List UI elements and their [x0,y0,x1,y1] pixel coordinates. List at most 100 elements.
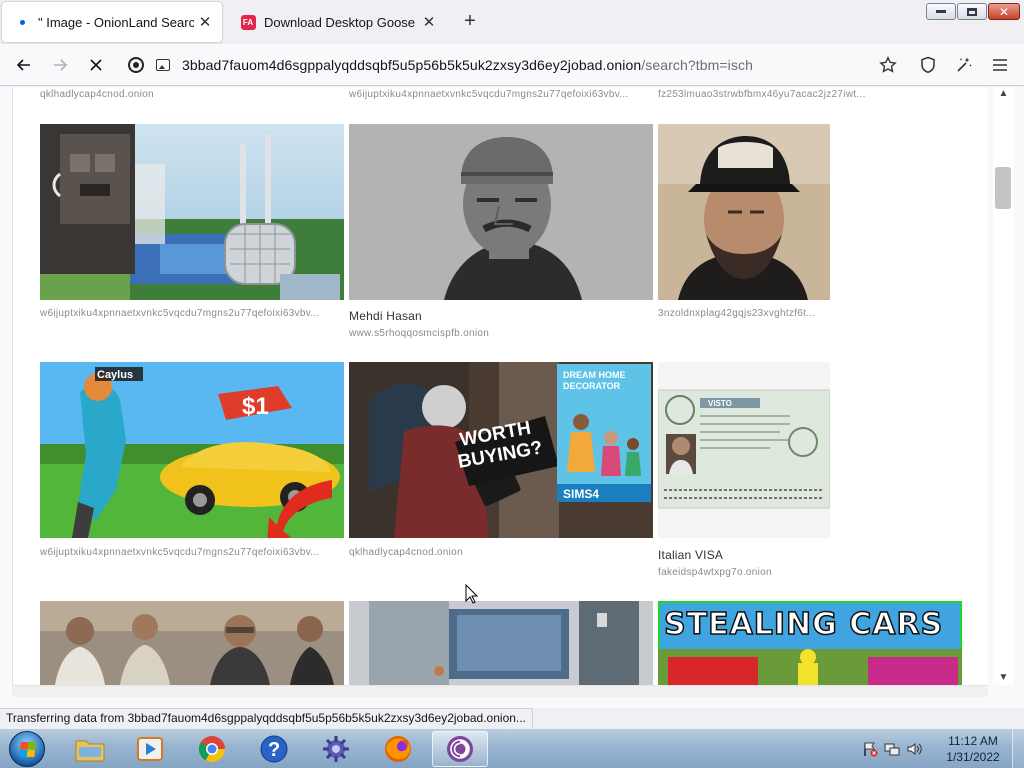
man-cap-thumbnail [658,124,830,300]
tab-title: " Image - OnionLand Search [38,14,194,30]
result-site[interactable]: fz253lmuao3strwbfbmx46yu7acac2jz27iwt... [658,89,893,100]
scrollbar-thumb[interactable] [995,167,1011,209]
url-path: /search?tbm=isch [641,57,753,73]
forward-button[interactable] [46,52,74,78]
svg-text:?: ? [268,739,280,761]
url-text[interactable]: 3bbad7fauom4d6sgppalyqddsqbf5u5p56b5k5uk… [182,57,753,73]
system-tray [862,733,922,765]
result-image-group[interactable] [40,601,344,685]
minecraft-thumbnail [40,124,344,300]
folder-icon [75,740,105,762]
clock-time: 11:12 AM [948,734,998,748]
taskbar-tool[interactable] [308,731,364,767]
maximize-button[interactable] [957,3,987,20]
clock-date: 1/31/2022 [946,750,1000,764]
back-button[interactable] [10,52,38,78]
maximize-icon [967,7,977,16]
star-icon [879,56,897,73]
sims4-thumbnail: WORTH BUYING? DREAM HOME DECORATOR SIMS4 [349,362,653,538]
taskbar-media-player[interactable] [122,731,178,767]
result-image-man-cap[interactable] [658,124,830,300]
tab-title: Download Desktop Goose by sa [264,14,418,30]
sims4-logo-text: SIMS4 [563,487,599,501]
hamburger-icon [993,59,1007,71]
site-favicon-icon: FA [240,14,256,30]
media-player-icon [137,737,163,761]
gear-icon [323,736,349,762]
result-site[interactable]: w6ijuptxiku4xpnnaetxvnkc5vqcdu7mgns2u77q… [40,547,344,558]
address-bar[interactable]: 3bbad7fauom4d6sgppalyqddsqbf5u5p56b5k5uk… [122,50,912,80]
taskbar-chrome[interactable] [184,731,240,767]
image-results-page: qklhadlycap4cnod.onion w6ijuptxiku4xpnna… [12,87,988,685]
onion-icon[interactable] [128,57,144,73]
firefox-icon [385,736,411,762]
visa-thumbnail: VISTO [658,362,830,538]
show-desktop-button[interactable] [1012,729,1024,768]
result-site[interactable]: qklhadlycap4cnod.onion [40,89,340,100]
result-site[interactable]: fakeidsp4wtxpg7o.onion [658,567,830,578]
result-title[interactable]: Italian VISA [658,548,830,562]
image-permission-icon[interactable] [156,59,170,71]
result-site[interactable]: www.s5rhoqqosmcispfb.onion [349,328,653,339]
result-site[interactable]: qklhadlycap4cnod.onion [349,547,653,558]
windows-taskbar: ? 11:12 AM 1/31/2022 [0,728,1024,768]
close-icon [90,59,102,71]
page-viewport: qklhadlycap4cnod.onion w6ijuptxiku4xpnna… [0,87,1024,708]
taskbar-help[interactable]: ? [246,731,302,767]
taskbar-firefox[interactable] [370,731,426,767]
security-level-button[interactable] [918,55,938,75]
navigation-toolbar: 3bbad7fauom4d6sgppalyqddsqbf5u5p56b5k5uk… [0,44,1024,86]
start-button[interactable] [4,730,50,768]
caylus-label: Caylus [97,369,133,381]
tab-onionland-search[interactable]: " Image - OnionLand Search ✕ [2,2,222,42]
result-image-portrait[interactable] [349,124,653,300]
result-image-visa[interactable]: VISTO [658,362,830,538]
minimize-icon [936,10,946,13]
scroll-down-icon[interactable]: ▼ [993,671,1014,685]
mouse-cursor-icon [465,584,479,604]
tab-strip: " Image - OnionLand Search ✕ FA Download… [0,0,1024,44]
action-center-flag-icon[interactable] [862,741,878,757]
price-tag-text: $1 [242,393,269,420]
office-thumbnail [349,601,653,685]
status-bar: Transferring data from 3bbad7fauom4d6sgp… [0,708,533,728]
result-image-caylus[interactable]: $1 Caylus [40,362,344,538]
group-photo-thumbnail [40,601,344,685]
stop-loading-button[interactable] [82,52,110,78]
taskbar-tor-browser[interactable] [432,731,488,767]
new-identity-button[interactable] [954,55,974,75]
chrome-icon [198,736,226,763]
arrow-right-icon [54,59,68,71]
result-image-minecraft[interactable] [40,124,344,300]
result-image-office[interactable] [349,601,653,685]
result-site[interactable]: 3nzoldnxplag42gqjs23xvghtzf6t... [658,308,830,319]
close-tab-icon[interactable]: ✕ [418,11,440,33]
result-image-stealing-cars[interactable]: STEALING CARS [658,601,962,685]
volume-icon[interactable] [906,741,922,757]
stealing-cars-caption: STEALING CARS [663,606,944,643]
result-site[interactable]: w6ijuptxiku4xpnnaetxvnkc5vqcdu7mgns2u77q… [40,308,344,319]
horizontal-scroll-track [12,685,988,697]
bookmark-star-button[interactable] [878,55,898,75]
taskbar-clock[interactable]: 11:12 AM 1/31/2022 [940,733,1006,765]
close-icon: ✕ [998,4,1010,19]
tab-desktop-goose[interactable]: FA Download Desktop Goose by sa ✕ [228,2,446,42]
result-title[interactable]: Mehdi Hasan [349,309,653,323]
network-icon[interactable] [884,741,900,757]
app-menu-button[interactable] [990,55,1010,75]
result-site[interactable]: w6ijuptxiku4xpnnaetxvnkc5vqcdu7mgns2u77q… [349,89,649,100]
decorator-text: DECORATOR [563,381,621,391]
close-tab-icon[interactable]: ✕ [194,11,216,33]
vertical-scrollbar[interactable]: ▲ ▼ [993,87,1014,685]
close-window-button[interactable]: ✕ [988,3,1020,20]
visa-heading: VISTO [708,399,732,408]
minimize-button[interactable] [926,3,956,20]
arrow-left-icon [16,59,30,71]
loading-icon [14,14,30,30]
new-tab-button[interactable]: + [458,10,482,34]
taskbar-explorer[interactable] [62,731,118,767]
scroll-up-icon[interactable]: ▲ [993,87,1014,101]
result-image-sims4[interactable]: WORTH BUYING? DREAM HOME DECORATOR SIMS4 [349,362,653,538]
caylus-thumbnail: $1 Caylus [40,362,344,538]
shield-icon [921,56,935,74]
